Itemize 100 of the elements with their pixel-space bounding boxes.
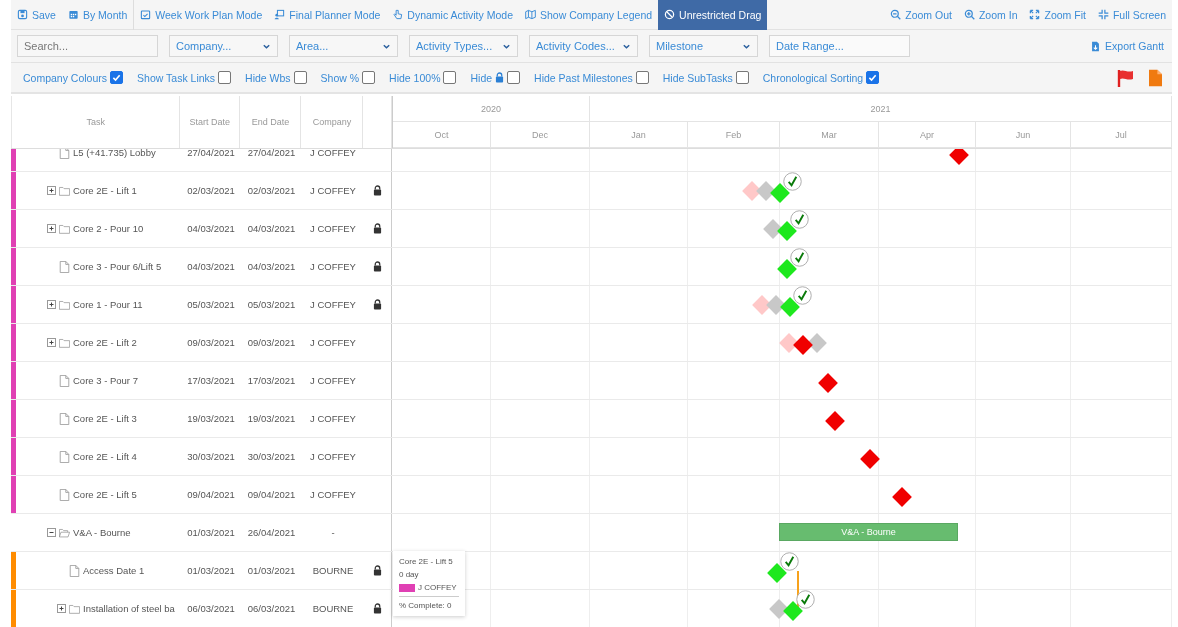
filter-dropdown[interactable]: Milestone — [649, 35, 758, 57]
start-date-cell-text: 17/03/2021 — [186, 374, 236, 388]
option-label: Hide Wbs — [245, 71, 291, 84]
month-header: Feb — [688, 122, 780, 147]
checkbox[interactable] — [866, 71, 880, 84]
search-field[interactable]: Search... — [17, 35, 158, 57]
start-date-cell-text: 01/03/2021 — [186, 526, 236, 540]
tooltip-duration: 0 day — [399, 570, 420, 579]
expand-toggle[interactable] — [47, 300, 56, 309]
folder-icon — [59, 222, 70, 235]
document-icon — [59, 149, 70, 159]
map-icon — [525, 9, 536, 20]
company-cell-text: J COFFEY — [309, 488, 357, 502]
folder-icon — [59, 184, 70, 197]
tooltip-footer-text: % Complete: 0 — [399, 601, 453, 610]
check-badge-icon — [796, 590, 815, 609]
option-label: Chronological Sorting — [762, 71, 864, 84]
checkbox[interactable] — [735, 71, 749, 84]
file-download-icon — [1090, 40, 1102, 52]
task-name[interactable]: Core 2E - Lift 3 — [73, 413, 137, 424]
toolbar-button[interactable]: Final Planner Mode — [268, 0, 387, 30]
milestone[interactable] — [792, 335, 813, 355]
option-label: Hide 100% — [389, 71, 441, 84]
task-name[interactable]: Core 3 - Pour 6/Lift 5 — [73, 261, 162, 272]
toolbar-button[interactable]: Week Work Plan Mode — [133, 0, 269, 30]
expand-toggle[interactable] — [47, 224, 56, 233]
task-name[interactable]: V&A - Bourne — [73, 527, 131, 538]
column-header[interactable]: End Date — [240, 96, 302, 148]
toolbar-button[interactable]: Full Screen — [1091, 0, 1172, 30]
month-header: Apr — [879, 122, 976, 147]
save-icon — [17, 9, 28, 20]
task-name[interactable]: Core 2E - Lift 1 — [73, 185, 137, 196]
column-header[interactable]: Company — [301, 96, 364, 148]
end-date-cell-text: 30/03/2021 — [246, 450, 297, 464]
task-name[interactable]: L5 (+41.735) Lobby — [73, 149, 156, 158]
task-name[interactable]: Core 2 - Pour 10 — [73, 223, 144, 234]
expand-toggle[interactable] — [47, 338, 56, 347]
toolbar-button[interactable]: Zoom In — [957, 0, 1024, 30]
expand-toggle[interactable] — [47, 186, 56, 195]
folder-icon — [59, 336, 70, 349]
option-label: Show Task Links — [137, 71, 216, 84]
task-name[interactable]: Core 2E - Lift 2 — [73, 337, 137, 348]
start-date-cell-text: 09/03/2021 — [186, 336, 236, 350]
export-gantt-button[interactable]: Export Gantt — [1088, 35, 1166, 57]
calendar-icon — [67, 9, 79, 20]
end-date-cell-text: 19/03/2021 — [246, 412, 297, 426]
flag-icon[interactable] — [1117, 68, 1135, 87]
task-name[interactable]: Core 3 - Pour 7 — [73, 375, 138, 386]
start-date-cell-text: 04/03/2021 — [186, 222, 236, 236]
start-date-cell-text: 05/03/2021 — [186, 298, 236, 312]
filter-dropdown[interactable]: Area... — [289, 35, 398, 57]
expand-toggle[interactable] — [57, 604, 66, 613]
end-date-cell-text: 09/03/2021 — [246, 336, 297, 350]
toolbar-button[interactable]: Unrestricted Drag — [658, 0, 768, 30]
file-icon[interactable] — [1149, 68, 1162, 87]
toolbar-button[interactable]: By Month — [61, 0, 134, 30]
task-name[interactable]: Access Date 1 — [83, 565, 145, 576]
month-header: Jun — [976, 122, 1071, 147]
filter-dropdown[interactable]: Activity Codes... — [529, 35, 638, 57]
check-badge-icon — [780, 552, 799, 571]
document-icon — [59, 412, 70, 425]
expand-arrows-icon — [1029, 9, 1041, 20]
start-date-cell-text: 30/03/2021 — [186, 450, 236, 464]
checkbox[interactable] — [507, 71, 521, 84]
checkbox[interactable] — [293, 71, 307, 84]
collapse-toggle[interactable] — [47, 528, 56, 537]
column-header[interactable]: Start Date — [180, 96, 241, 148]
end-date-cell-text: 06/03/2021 — [246, 602, 297, 616]
task-name[interactable]: Installation of steel ba — [83, 603, 175, 614]
tooltip-company: J COFFEY — [418, 583, 457, 592]
checkbox[interactable] — [635, 71, 649, 84]
document-icon — [59, 488, 70, 501]
option-label: Hide SubTasks — [662, 71, 733, 84]
start-date-cell-text: 09/04/2021 — [186, 488, 236, 502]
checkbox[interactable] — [110, 71, 124, 84]
toolbar-button[interactable]: Show Company Legend — [519, 0, 659, 30]
end-date-cell-text: 04/03/2021 — [246, 222, 297, 236]
task-name[interactable]: Core 2E - Lift 4 — [73, 451, 137, 462]
task-name[interactable]: Core 2E - Lift 5 — [73, 489, 137, 500]
folder-icon — [59, 298, 70, 311]
filter-dropdown[interactable]: Activity Types... — [409, 35, 518, 57]
checkbox[interactable] — [218, 71, 232, 84]
checkbox[interactable] — [443, 71, 457, 84]
date-range-field[interactable]: Date Range... — [769, 35, 910, 57]
company-cell-text: J COFFEY — [309, 336, 357, 350]
month-header: Dec — [491, 122, 590, 147]
task-name[interactable]: Core 1 - Pour 11 — [73, 299, 143, 310]
company-cell-text: J COFFEY — [309, 149, 357, 160]
filter-dropdown[interactable]: Company... — [169, 35, 278, 57]
check-badge-icon — [792, 286, 812, 305]
toolbar-button[interactable]: Dynamic Activity Mode — [386, 0, 519, 30]
column-header[interactable]: Task — [12, 96, 181, 148]
toolbar-button[interactable]: Zoom Out — [884, 0, 958, 30]
zoom-in-icon — [963, 9, 975, 20]
summary-bar[interactable]: V&A - Bourne — [779, 523, 959, 541]
toolbar-button[interactable]: Zoom Fit — [1023, 0, 1092, 30]
checkbox[interactable] — [362, 71, 376, 84]
company-cell-text: BOURNE — [311, 564, 355, 578]
toolbar-button[interactable]: Save — [11, 0, 62, 30]
start-date-cell-text: 27/04/2021 — [186, 149, 236, 160]
